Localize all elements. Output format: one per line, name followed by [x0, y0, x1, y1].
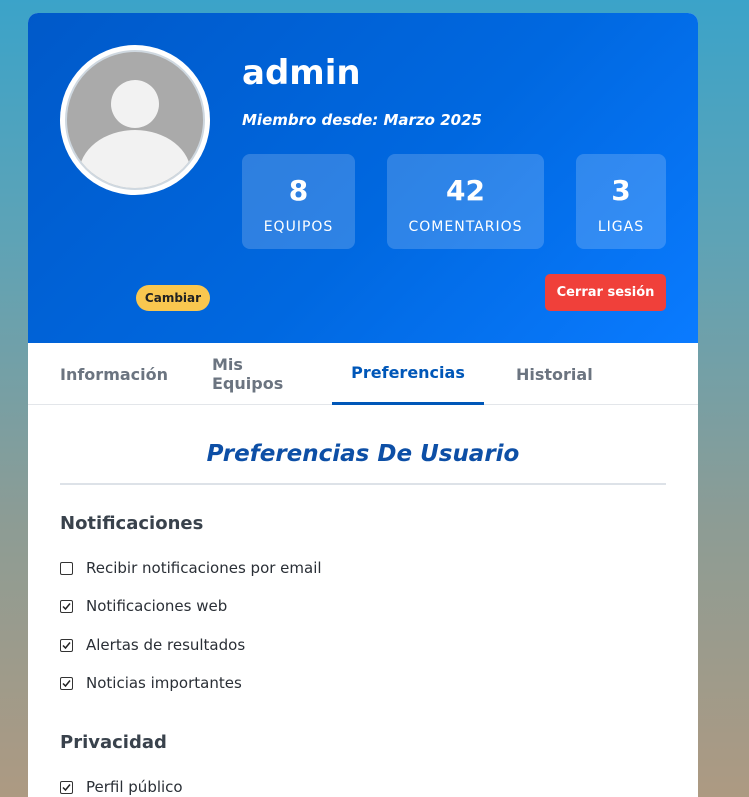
avatar [60, 45, 210, 195]
checkbox[interactable] [60, 676, 73, 690]
checkbox-label: Recibir notificaciones por email [86, 559, 322, 577]
preferences-title: Preferencias De Usuario [206, 441, 520, 467]
check-icon [62, 602, 71, 610]
stat-comments: 42 COMENTARIOS [387, 154, 544, 249]
check-icon [62, 641, 71, 649]
stat-label: LIGAS [597, 219, 645, 235]
checkbox-label: Noticias importantes [86, 674, 242, 692]
privacy-heading: Privacidad [60, 732, 167, 753]
pref-result-alerts[interactable]: Alertas de resultados [60, 634, 245, 656]
checkbox[interactable] [60, 638, 73, 652]
stat-label: EQUIPOS [263, 219, 334, 235]
tab-informacion[interactable]: Información [60, 343, 168, 405]
stat-value: 8 [288, 174, 309, 207]
check-icon [62, 783, 71, 791]
pref-public-profile[interactable]: Perfil público [60, 776, 183, 797]
profile-tabs: Información Mis Equipos Preferencias His… [28, 343, 698, 405]
avatar-placeholder-icon [65, 50, 205, 190]
check-icon [62, 679, 71, 687]
pref-web-notifications[interactable]: Notificaciones web [60, 595, 227, 617]
stat-teams: 8 EQUIPOS [242, 154, 355, 249]
tab-mis-equipos[interactable]: Mis Equipos [212, 343, 300, 405]
profile-header: Cambiar admin Miembro desde: Marzo 2025 … [28, 13, 698, 343]
change-avatar-button[interactable]: Cambiar [136, 285, 210, 311]
checkbox[interactable] [60, 780, 73, 794]
notifications-heading: Notificaciones [60, 513, 204, 534]
tab-historial[interactable]: Historial [516, 343, 596, 405]
checkbox[interactable] [60, 599, 73, 613]
checkbox-label: Alertas de resultados [86, 636, 246, 654]
stat-value: 42 [446, 174, 485, 207]
title-divider [60, 483, 666, 485]
stat-leagues: 3 LIGAS [576, 154, 666, 249]
pref-important-news[interactable]: Noticias importantes [60, 672, 242, 694]
stat-value: 3 [611, 174, 631, 207]
pref-email-notifications[interactable]: Recibir notificaciones por email [60, 557, 322, 579]
checkbox-label: Perfil público [86, 778, 183, 796]
logout-button[interactable]: Cerrar sesión [545, 274, 666, 311]
checkbox-label: Notificaciones web [86, 597, 228, 615]
member-since: Miembro desde: Marzo 2025 [242, 111, 482, 129]
stat-label: COMENTARIOS [408, 219, 523, 235]
tab-preferencias[interactable]: Preferencias [332, 343, 484, 405]
checkbox[interactable] [60, 561, 73, 575]
profile-card: Cambiar admin Miembro desde: Marzo 2025 … [28, 13, 698, 797]
username: admin [242, 53, 361, 93]
